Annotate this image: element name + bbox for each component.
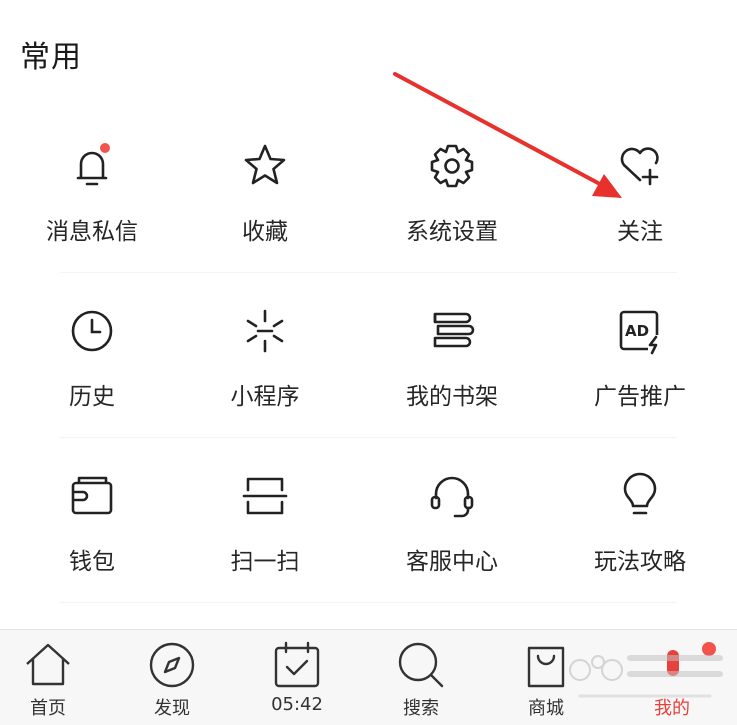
grid-item-bookshelf[interactable]: 我的书架	[360, 275, 544, 425]
wallet-icon	[66, 470, 118, 522]
tab-label: 我的	[654, 698, 690, 719]
tab-discover[interactable]: 发现	[132, 640, 212, 722]
ad-icon: AD	[614, 305, 666, 357]
grid-item-mini-programs[interactable]: 小程序	[173, 275, 357, 425]
feature-grid: 消息私信 收藏 系统设置 关注 历史 小程序 我的书架 AD 广告推广 钱包 扫…	[0, 110, 737, 605]
grid-item-settings[interactable]: 系统设置	[360, 110, 544, 260]
grid-item-label: 关注	[617, 219, 663, 245]
star-icon	[239, 140, 291, 192]
mini-program-icon	[239, 305, 291, 357]
tab-profile[interactable]: 我的	[632, 640, 716, 722]
grid-item-label: 客服中心	[406, 549, 498, 575]
home-icon	[26, 643, 70, 686]
section-title: 常用	[20, 40, 82, 75]
tab-label: 首页	[30, 698, 66, 719]
gear-icon	[426, 140, 478, 192]
tab-mall[interactable]: 商城	[506, 640, 586, 722]
grid-item-label: 玩法攻略	[594, 549, 686, 575]
grid-item-wallet[interactable]: 钱包	[0, 440, 184, 590]
row-divider	[60, 272, 677, 273]
tab-home[interactable]: 首页	[8, 640, 88, 722]
grid-item-follow[interactable]: 关注	[548, 110, 732, 260]
grid-item-messages[interactable]: 消息私信	[0, 110, 184, 260]
profile-icon	[667, 650, 679, 676]
grid-item-label: 系统设置	[406, 219, 498, 245]
books-icon	[426, 305, 478, 357]
tab-search[interactable]: 搜索	[381, 640, 461, 722]
headset-icon	[426, 470, 478, 522]
grid-item-favorites[interactable]: 收藏	[173, 110, 357, 260]
calendar-check-icon	[274, 641, 320, 688]
tab-label: 05:42	[271, 694, 323, 715]
grid-row: 消息私信 收藏 系统设置 关注	[0, 110, 737, 275]
grid-item-label: 收藏	[242, 219, 288, 245]
grid-item-label: 历史	[69, 384, 115, 410]
shopping-bag-icon	[527, 646, 565, 688]
row-divider	[60, 437, 677, 438]
tab-label: 发现	[154, 698, 190, 719]
tab-checkin[interactable]: 05:42	[257, 640, 337, 722]
scan-icon	[239, 470, 291, 522]
grid-row: 钱包 扫一扫 客服中心 玩法攻略	[0, 440, 737, 605]
compass-icon	[149, 642, 195, 688]
grid-item-label: 钱包	[69, 549, 115, 575]
tab-label: 搜索	[403, 698, 439, 719]
grid-item-label: 我的书架	[406, 384, 498, 410]
grid-item-scan[interactable]: 扫一扫	[173, 440, 357, 590]
grid-item-guide[interactable]: 玩法攻略	[548, 440, 732, 590]
svg-text:AD: AD	[625, 322, 649, 340]
notification-dot	[100, 143, 110, 153]
grid-item-label: 消息私信	[46, 219, 138, 245]
grid-item-label: 扫一扫	[230, 549, 300, 575]
grid-item-label: 广告推广	[594, 384, 686, 410]
grid-item-history[interactable]: 历史	[0, 275, 184, 425]
notification-dot	[702, 642, 716, 656]
search-icon	[398, 642, 444, 688]
bottom-tab-bar: 首页 发现 05:42 搜索 商城 我的	[0, 629, 737, 725]
heart-plus-icon	[614, 140, 666, 192]
row-divider	[60, 602, 677, 603]
tab-label: 商城	[528, 698, 564, 719]
bell-icon	[66, 140, 118, 192]
grid-item-label: 小程序	[230, 384, 300, 410]
grid-item-customer-service[interactable]: 客服中心	[360, 440, 544, 590]
clock-icon	[66, 305, 118, 357]
grid-row: 历史 小程序 我的书架 AD 广告推广	[0, 275, 737, 440]
bulb-icon	[614, 470, 666, 522]
grid-item-ads[interactable]: AD 广告推广	[548, 275, 732, 425]
